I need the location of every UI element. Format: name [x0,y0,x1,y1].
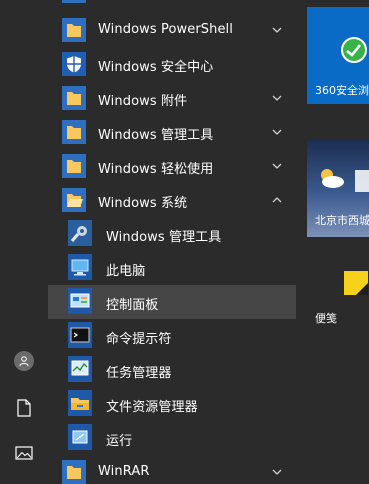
app-item-label: Windows 管理工具 [106,230,222,245]
folder-partial[interactable] [48,0,296,14]
sub-item-this-pc[interactable]: 此电脑 [48,251,296,285]
tile-sticky-notes[interactable]: 便笺 [307,242,369,332]
app-list: Windows PowerShell Windows 安全中心 Windows … [48,0,296,484]
tile-label: 360安全浏览器 [315,84,369,97]
app-item-security-center[interactable]: Windows 安全中心 [48,47,296,81]
chevron-down-icon [272,27,282,33]
tile-weather[interactable]: 北京市西城 [307,140,369,237]
sticky-notes-icon [343,270,369,296]
pictures-icon [15,446,33,460]
app-item-label: Windows 安全中心 [98,60,214,75]
terminal-icon [68,322,92,348]
tile-label: 北京市西城 [315,214,369,227]
app-item-label: 控制面板 [106,298,159,313]
left-rail [0,0,48,484]
app-item-label: Windows 附件 [98,94,188,109]
app-item-powershell[interactable]: Windows PowerShell [48,13,296,47]
control-panel-icon [68,288,92,314]
computer-icon [68,254,92,280]
sub-item-task-manager[interactable]: 任务管理器 [48,353,296,387]
app-item-label: 命令提示符 [106,332,172,347]
sub-item-run[interactable]: 运行 [48,421,296,455]
app-item-label: Windows 轻松使用 [98,162,214,177]
app-item-label: 运行 [106,434,133,449]
chevron-down-icon [272,469,282,475]
chevron-down-icon [272,163,282,169]
file-explorer-icon [68,390,92,416]
document-icon [17,399,31,417]
app-item-label: Windows 系统 [98,196,188,211]
admin-tools-icon [68,220,92,246]
app-item-label: Windows 管理工具 [98,128,214,143]
weather-icon [315,166,347,190]
app-item-label: 此电脑 [106,264,146,279]
app-item-windows-system[interactable]: Windows 系统 [48,183,296,217]
app-item-label: 文件资源管理器 [106,400,198,415]
sub-item-admin-tools[interactable]: Windows 管理工具 [48,217,296,251]
browser-logo-icon [340,36,368,64]
folder-icon [62,154,86,178]
chevron-down-icon [272,95,282,101]
app-item-label: WinRAR [98,464,150,479]
shield-icon [62,52,86,76]
folder-open-icon [62,188,86,212]
folder-icon [62,460,86,484]
folder-icon [62,18,86,42]
user-avatar[interactable] [12,349,36,373]
app-item-accessories[interactable]: Windows 附件 [48,81,296,115]
folder-icon [62,86,86,110]
tile-360-browser[interactable]: 360安全浏览器 [307,7,369,104]
tile-area: 360安全浏览器 北京市西城 便笺 [307,0,369,484]
app-item-winrar[interactable]: WinRAR [48,455,296,484]
chevron-up-icon [272,197,282,203]
sub-item-command-prompt[interactable]: 命令提示符 [48,319,296,353]
folder-icon [62,120,86,144]
app-item-label: Windows PowerShell [98,22,233,37]
avatar-icon [14,351,34,371]
app-item-ease-of-access[interactable]: Windows 轻松使用 [48,149,296,183]
temperature-partial [355,170,369,192]
chevron-down-icon [272,129,282,135]
tile-label: 便笺 [315,312,337,325]
app-item-admin-tools[interactable]: Windows 管理工具 [48,115,296,149]
documents-button[interactable] [12,396,36,420]
sub-item-control-panel[interactable]: 控制面板 [48,285,296,319]
app-item-label: 任务管理器 [106,366,172,381]
run-icon [68,424,92,450]
pictures-button[interactable] [12,441,36,465]
sub-item-file-explorer[interactable]: 文件资源管理器 [48,387,296,421]
folder-icon [62,0,86,9]
task-manager-icon [68,356,92,382]
